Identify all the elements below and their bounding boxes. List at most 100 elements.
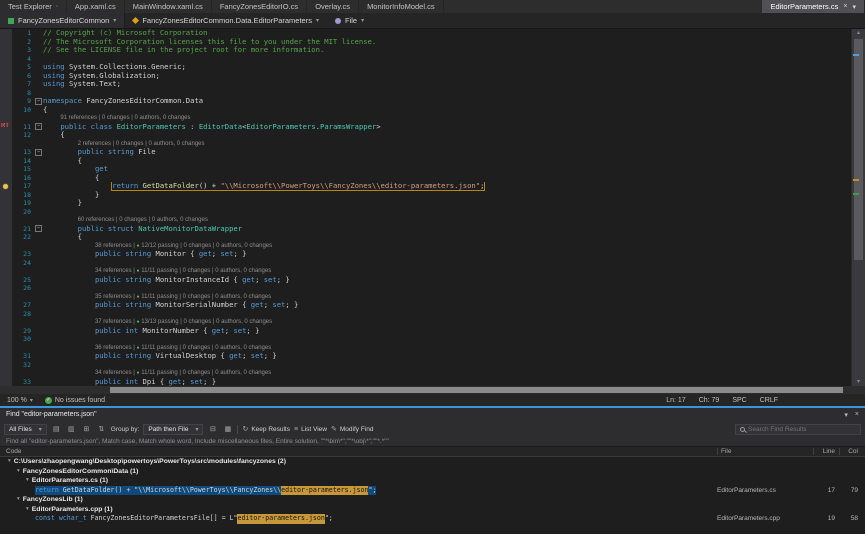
list-view-toggle[interactable]: ≡ List View	[294, 426, 327, 433]
find-group-row[interactable]: ▾FancyZonesEditorCommon\Data (1)	[0, 467, 865, 477]
code-line[interactable]: 32	[0, 361, 851, 370]
codelens-text[interactable]: 38 references | ● 12/12 passing | 0 chan…	[43, 242, 272, 251]
find-results-search-input[interactable]	[748, 426, 856, 433]
code-area[interactable]: 1// Copyright (c) Microsoft Corporation 2…	[0, 29, 851, 386]
code-line[interactable]: 4	[0, 55, 851, 64]
expander-icon[interactable]: ▾	[8, 457, 11, 467]
collapse-icon[interactable]: −	[35, 123, 42, 130]
close-icon[interactable]: ×	[855, 411, 859, 419]
tab-monitorinfomodel-cs[interactable]: MonitorInfoModel.cs	[359, 0, 444, 13]
codelens-row[interactable]: 34 references | ● 11/11 passing | 0 chan…	[0, 267, 851, 276]
code-line[interactable]: 16 {	[0, 174, 851, 183]
fold-marker[interactable]: −	[34, 123, 43, 132]
fold-marker[interactable]: −	[34, 148, 43, 157]
column-file[interactable]: File	[717, 448, 813, 455]
codelens-text[interactable]: 37 references | ● 13/13 passing | 0 chan…	[43, 318, 272, 327]
codelens-row[interactable]: 2 references | 0 changes | 0 authors, 0 …	[0, 140, 851, 149]
code-line[interactable]: 30	[0, 335, 851, 344]
fold-marker[interactable]: −	[34, 225, 43, 234]
code-line[interactable]: 28	[0, 310, 851, 319]
code-line[interactable]: 19 }	[0, 199, 851, 208]
find-result-row[interactable]: return GetDataFolder() + "\\Microsoft\\P…	[0, 486, 865, 496]
find-group-row[interactable]: ▾C:\Users\zhaopengwang\Desktop\powertoys…	[0, 457, 865, 467]
column-code[interactable]: Code	[0, 448, 717, 455]
issues-indicator[interactable]: ✓ No issues found	[45, 397, 105, 404]
editor-vscrollbar[interactable]: ▴ ▾	[851, 29, 865, 386]
codelens-row[interactable]: 91 references | 0 changes | 0 authors, 0…	[0, 114, 851, 123]
code-line[interactable]: 9−namespace FancyZonesEditorCommon.Data	[0, 97, 851, 106]
tab-test-explorer[interactable]: Test Explorer◦	[0, 0, 67, 13]
code-line[interactable]: 8	[0, 89, 851, 98]
code-line[interactable]: 13− public string File	[0, 148, 851, 157]
pin-icon[interactable]: ◦	[56, 4, 58, 10]
code-line[interactable]: 17 return GetDataFolder() + "\\Microsoft…	[0, 182, 851, 191]
close-icon[interactable]: ×	[843, 3, 847, 10]
code-line[interactable]: 24	[0, 259, 851, 268]
find-toolbar-icon-3[interactable]: ⊞	[81, 425, 92, 433]
keep-results-toggle[interactable]: ↻ Keep Results	[242, 425, 290, 433]
find-toolbar-icon-2[interactable]: ▥	[66, 425, 77, 433]
hscrollbar-thumb[interactable]	[110, 387, 843, 393]
codelens-text[interactable]: 91 references | 0 changes | 0 authors, 0…	[43, 114, 191, 123]
code-line[interactable]: RT11− public class EditorParameters : Ed…	[0, 123, 851, 132]
scroll-down-icon[interactable]: ▾	[852, 378, 865, 386]
find-result-row[interactable]: const wchar_t FancyZonesEditorParameters…	[0, 514, 865, 524]
code-line[interactable]: 18 }	[0, 191, 851, 200]
code-line[interactable]: 15 get	[0, 165, 851, 174]
code-line[interactable]: 14 {	[0, 157, 851, 166]
tab-app-xaml-cs[interactable]: App.xaml.cs	[67, 0, 125, 13]
scope-dropdown[interactable]: All Files ▾	[4, 424, 47, 435]
find-group-row[interactable]: ▾EditorParameters.cpp (1)	[0, 505, 865, 515]
window-menu-icon[interactable]: ▾	[844, 411, 848, 419]
status-indent-mode[interactable]: SPC	[732, 397, 746, 404]
code-line[interactable]: 3// See the LICENSE file in the project …	[0, 46, 851, 55]
code-line[interactable]: 29 public int MonitorNumber { get; set; …	[0, 327, 851, 336]
tab-mainwindow-xaml-cs[interactable]: MainWindow.xaml.cs	[125, 0, 212, 13]
codelens-text[interactable]: 36 references | ● 11/11 passing | 0 chan…	[43, 344, 271, 353]
lightbulb-icon[interactable]	[3, 184, 8, 189]
collapse-icon[interactable]: −	[35, 98, 42, 105]
codelens-text[interactable]: 35 references | ● 11/11 passing | 0 chan…	[43, 293, 271, 302]
code-line[interactable]: 21− public struct NativeMonitorDataWrapp…	[0, 225, 851, 234]
expander-icon[interactable]: ▾	[17, 467, 20, 477]
zoom-control[interactable]: 100 % ▾	[7, 397, 33, 404]
member-dropdown[interactable]: File ▾	[327, 13, 372, 28]
code-line[interactable]: 22 {	[0, 233, 851, 242]
find-toolbar-icon-1[interactable]: ▤	[51, 425, 62, 433]
code-line[interactable]: 23 public string Monitor { get; set; }	[0, 250, 851, 259]
find-toolbar-icon-6[interactable]: ▦	[222, 425, 233, 433]
column-line[interactable]: Line	[813, 448, 839, 455]
column-col[interactable]: Col	[839, 448, 865, 455]
collapse-icon[interactable]: −	[35, 225, 42, 232]
code-line[interactable]: 20	[0, 208, 851, 217]
codelens-row[interactable]: 60 references | 0 changes | 0 authors, 0…	[0, 216, 851, 225]
tab-fancyzoneseditorio-cs[interactable]: FancyZonesEditorIO.cs	[212, 0, 307, 13]
code-line[interactable]: 12 {	[0, 131, 851, 140]
find-group-row[interactable]: ▾EditorParameters.cs (1)	[0, 476, 865, 486]
find-results-search[interactable]	[735, 424, 861, 435]
code-line[interactable]: 33 public int Dpi { get; set; }	[0, 378, 851, 387]
code-line[interactable]: 5using System.Collections.Generic;	[0, 63, 851, 72]
code-line[interactable]: 26	[0, 284, 851, 293]
codelens-row[interactable]: 36 references | ● 11/11 passing | 0 chan…	[0, 344, 851, 353]
expander-icon[interactable]: ▾	[17, 495, 20, 505]
codelens-text[interactable]: 34 references | ● 11/11 passing | 0 chan…	[43, 369, 271, 378]
find-window-titlebar[interactable]: Find "editor-parameters.json" ▾ ×	[0, 408, 865, 421]
status-eol-mode[interactable]: CRLF	[760, 397, 778, 404]
find-results-list[interactable]: ▾C:\Users\zhaopengwang\Desktop\powertoys…	[0, 457, 865, 534]
modify-find-button[interactable]: ✎ Modify Find	[331, 425, 373, 433]
expander-icon[interactable]: ▾	[26, 505, 29, 515]
code-line[interactable]: 1// Copyright (c) Microsoft Corporation	[0, 29, 851, 38]
codelens-text[interactable]: 60 references | 0 changes | 0 authors, 0…	[43, 216, 208, 225]
scrollbar-thumb[interactable]	[854, 39, 863, 260]
tab-overlay-cs[interactable]: Overlay.cs	[307, 0, 359, 13]
codelens-text[interactable]: 2 references | 0 changes | 0 authors, 0 …	[43, 140, 205, 149]
project-dropdown[interactable]: FancyZonesEditorCommon ▾	[0, 13, 125, 28]
code-line[interactable]: 7using System.Text;	[0, 80, 851, 89]
chevron-down-icon[interactable]: ▾	[852, 3, 856, 11]
group-by-dropdown[interactable]: Path then File ▾	[143, 424, 203, 435]
codelens-row[interactable]: 34 references | ● 11/11 passing | 0 chan…	[0, 369, 851, 378]
code-line[interactable]: 27 public string MonitorSerialNumber { g…	[0, 301, 851, 310]
codelens-row[interactable]: 35 references | ● 11/11 passing | 0 chan…	[0, 293, 851, 302]
code-line[interactable]: 6using System.Globalization;	[0, 72, 851, 81]
